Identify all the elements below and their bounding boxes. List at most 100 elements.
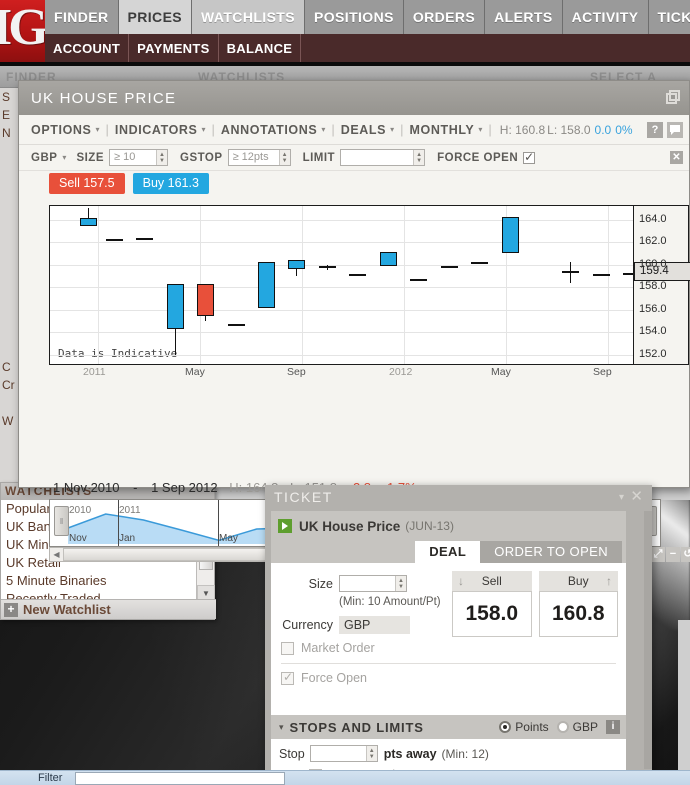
chevron-down-icon[interactable]: ▾ bbox=[321, 125, 325, 134]
chart-window-title: UK HOUSE PRICE bbox=[31, 90, 176, 107]
nav-label: ORDERS bbox=[413, 9, 475, 25]
nav-alerts[interactable]: ALERTS bbox=[485, 0, 562, 34]
zoom-fit-button[interactable]: ⤢ bbox=[651, 547, 665, 562]
stops-and-limits-header[interactable]: ▾ STOPS AND LIMITS Points GBP i bbox=[271, 715, 626, 739]
new-watchlist-button[interactable]: + New Watchlist bbox=[1, 599, 216, 619]
candlestick-plot[interactable]: Data is Indicative bbox=[49, 205, 634, 365]
close-icon[interactable]: ✕ bbox=[630, 487, 643, 505]
zoom-out-button[interactable]: − bbox=[666, 547, 680, 562]
navigator-month-label: Nov bbox=[69, 533, 87, 544]
chart-toolbar: OPTIONS ▾ | INDICATORS ▾ | ANNOTATIONS ▾… bbox=[19, 115, 689, 145]
nav-orders[interactable]: ORDERS bbox=[404, 0, 485, 34]
market-order-checkbox[interactable] bbox=[281, 642, 294, 655]
ticket-size-input[interactable] bbox=[340, 576, 395, 591]
stop-spinner[interactable]: ▲▼ bbox=[366, 746, 377, 761]
nav-label: ALERTS bbox=[494, 9, 552, 25]
chevron-down-icon[interactable]: ▾ bbox=[202, 125, 206, 134]
range-dash: - bbox=[133, 480, 137, 495]
limit-input[interactable] bbox=[341, 150, 413, 165]
close-icon[interactable]: ✕ bbox=[670, 151, 683, 164]
stop-stepper[interactable]: ▲▼ bbox=[310, 745, 378, 762]
sell-button[interactable]: Sell 157.5 bbox=[49, 173, 125, 194]
nav-watchlists[interactable]: WATCHLISTS bbox=[192, 0, 305, 34]
info-icon[interactable]: i bbox=[606, 720, 620, 734]
candle bbox=[380, 206, 397, 365]
candle bbox=[349, 206, 366, 365]
buy-label: Buy bbox=[568, 574, 589, 588]
subnav-account[interactable]: ACCOUNT bbox=[45, 34, 129, 62]
time-tick: Sep bbox=[593, 366, 612, 378]
gstop-stepper[interactable]: ≥ 12pts ▲▼ bbox=[228, 149, 291, 166]
candle bbox=[167, 206, 184, 365]
nav-prices[interactable]: PRICES bbox=[119, 0, 193, 34]
navigator-handle-left[interactable]: ‖ bbox=[54, 506, 69, 536]
buy-button[interactable]: Buy 161.3 bbox=[133, 173, 209, 194]
price-tick: 154.0 bbox=[639, 325, 667, 337]
size-spinner[interactable]: ▲▼ bbox=[156, 150, 167, 165]
menu-timeframe[interactable]: MONTHLY bbox=[410, 123, 475, 137]
price-tick: 156.0 bbox=[639, 303, 667, 315]
menu-indicators[interactable]: INDICATORS bbox=[115, 123, 198, 137]
nav-tickets[interactable]: TICKETS▼ bbox=[649, 0, 690, 34]
help-button[interactable]: ? bbox=[647, 122, 663, 138]
buy-price[interactable]: 160.8 bbox=[539, 591, 619, 637]
primary-nav: FINDERPRICESWATCHLISTSPOSITIONS ORDERS ALE… bbox=[45, 0, 690, 34]
chevron-down-icon[interactable]: ▾ bbox=[95, 125, 99, 134]
currency-value: GBP bbox=[339, 616, 410, 634]
menu-annotations[interactable]: ANNOTATIONS bbox=[221, 123, 317, 137]
bottom-status-bar: Filter bbox=[0, 770, 690, 785]
ticket-size-stepper[interactable]: ▲▼ bbox=[339, 575, 407, 592]
points-radio[interactable] bbox=[499, 721, 511, 733]
size-input[interactable]: ≥ 10 bbox=[110, 150, 156, 165]
scroll-left-arrow[interactable]: ◀ bbox=[50, 550, 63, 559]
watchlist-item[interactable]: 5 Minute Binaries bbox=[1, 572, 198, 590]
ticket-size-spinner[interactable]: ▲▼ bbox=[395, 576, 406, 591]
tab-order-to-open[interactable]: ORDER TO OPEN bbox=[480, 541, 622, 563]
force-open-checkbox[interactable] bbox=[523, 152, 535, 164]
buy-quote[interactable]: Buy ↑ 160.8 bbox=[539, 571, 619, 637]
subnav-payments[interactable]: PAYMENTS bbox=[129, 34, 218, 62]
toolbar-separator: | bbox=[105, 122, 108, 137]
chat-bubble-icon[interactable] bbox=[667, 122, 683, 138]
force-open-row[interactable]: Force Open bbox=[281, 671, 616, 685]
filter-input[interactable] bbox=[75, 772, 285, 785]
chevron-down-icon[interactable]: ▾ bbox=[62, 153, 66, 162]
nav-activity[interactable]: ACTIVITY bbox=[563, 0, 649, 34]
force-open-checkbox[interactable] bbox=[281, 672, 294, 685]
chevron-down-icon[interactable]: ▾ bbox=[619, 492, 624, 503]
ticket-scrollbar[interactable] bbox=[644, 511, 652, 769]
time-tick: May bbox=[491, 366, 511, 378]
limit-spinner[interactable]: ▲▼ bbox=[413, 150, 424, 165]
ticket-title: TICKET bbox=[274, 489, 333, 505]
stop-input[interactable] bbox=[311, 746, 366, 761]
nav-positions[interactable]: POSITIONS bbox=[305, 0, 404, 34]
chart-titlebar[interactable]: UK HOUSE PRICE bbox=[19, 81, 689, 115]
menu-deals[interactable]: DEALS bbox=[341, 123, 386, 137]
restore-window-icon[interactable] bbox=[666, 90, 680, 104]
candle-body bbox=[471, 262, 488, 264]
toolbar-separator: | bbox=[400, 122, 403, 137]
size-stepper[interactable]: ≥ 10 ▲▼ bbox=[109, 149, 168, 166]
chevron-down-icon[interactable]: ▾ bbox=[390, 125, 394, 134]
candle-body bbox=[441, 266, 458, 268]
tab-deal[interactable]: DEAL bbox=[415, 541, 480, 563]
gstop-spinner[interactable]: ▲▼ bbox=[279, 150, 290, 165]
subnav-balance[interactable]: BALANCE bbox=[219, 34, 302, 62]
price-tick: 164.0 bbox=[639, 213, 667, 225]
play-icon[interactable] bbox=[278, 519, 292, 533]
gbp-radio[interactable] bbox=[557, 721, 569, 733]
sell-quote[interactable]: ↓ Sell 158.0 bbox=[452, 571, 532, 637]
nav-finder[interactable]: FINDER bbox=[45, 0, 119, 34]
range-to: 1 Sep 2012 bbox=[151, 480, 218, 495]
chevron-down-icon[interactable]: ▾ bbox=[478, 125, 482, 134]
reset-zoom-button[interactable]: ↺ bbox=[681, 547, 690, 562]
currency-selector-label[interactable]: GBP bbox=[31, 152, 57, 164]
menu-options[interactable]: OPTIONS bbox=[31, 123, 91, 137]
chevron-down-icon[interactable]: ▾ bbox=[279, 722, 284, 733]
limit-stepper[interactable]: ▲▼ bbox=[340, 149, 425, 166]
market-order-row[interactable]: Market Order bbox=[281, 641, 616, 655]
sell-price[interactable]: 158.0 bbox=[452, 591, 532, 637]
ig-logo[interactable]: IG bbox=[0, 0, 45, 62]
size-label: SIZE bbox=[76, 152, 104, 164]
gstop-input[interactable]: ≥ 12pts bbox=[229, 150, 279, 165]
